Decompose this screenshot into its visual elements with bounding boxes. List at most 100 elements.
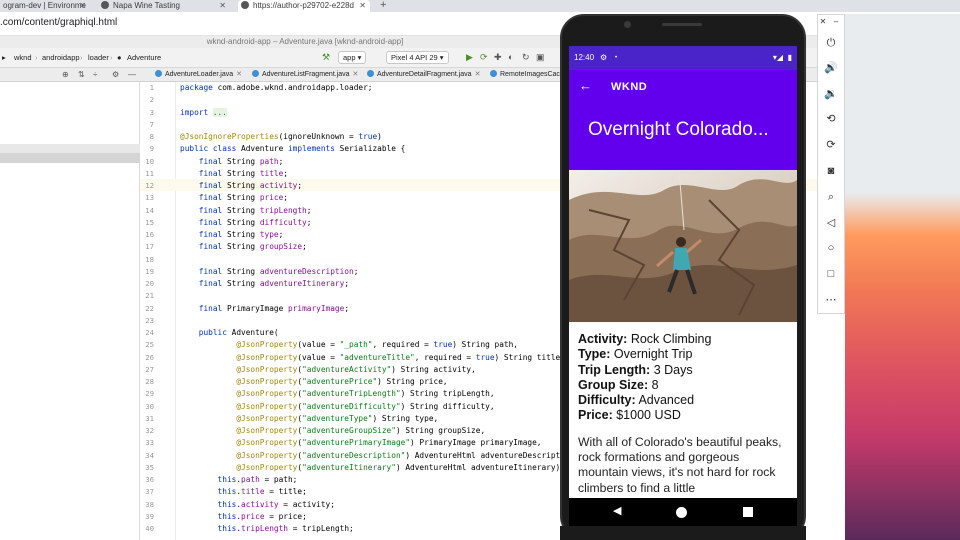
code-line[interactable]: final String adventureDescription; [180, 267, 359, 276]
code-line[interactable]: @JsonProperty(value = "adventureTitle", … [180, 353, 560, 362]
code-line[interactable]: final String path; [180, 157, 284, 166]
back-arrow-icon[interactable]: ← [579, 78, 592, 93]
code-line[interactable]: final String activity; [180, 181, 302, 190]
code-line[interactable]: this.path = path; [180, 475, 298, 484]
nav-back-icon[interactable]: ◀ [613, 504, 621, 517]
code-line[interactable]: this.activity = activity; [180, 500, 335, 509]
breadcrumb-loader[interactable]: loader [88, 53, 109, 62]
rotate-left-icon[interactable]: ⟲ [821, 111, 841, 127]
build-hammer-icon[interactable]: ⚒ [322, 52, 330, 63]
new-tab-button[interactable]: + [380, 0, 386, 11]
code-line[interactable]: public Adventure( [180, 328, 279, 337]
line-number: 39 [145, 511, 154, 521]
minimize-icon[interactable]: – [830, 14, 842, 30]
zoom-icon[interactable]: ⌕ [821, 189, 841, 205]
code-line[interactable]: @JsonProperty(value = "_path", required … [180, 340, 518, 349]
code-line[interactable]: @JsonProperty("adventurePrimaryImage") P… [180, 438, 541, 447]
code-line[interactable]: @JsonProperty("adventureType") String ty… [180, 414, 438, 423]
code-line[interactable]: @JsonProperty("adventureActivity") Strin… [180, 365, 475, 374]
code-line[interactable]: @JsonProperty("adventureGroupSize") Stri… [180, 426, 485, 435]
project-tree-row-selected[interactable] [0, 153, 140, 163]
code-line[interactable]: public class Adventure implements Serial… [180, 144, 405, 153]
profile-icon[interactable]: ◐ [508, 52, 513, 62]
code-token: @JsonProperty [180, 413, 298, 423]
breadcrumb-wknd[interactable]: wknd [14, 53, 32, 62]
line-number: 23 [145, 315, 154, 325]
debug-icon[interactable]: ⟳ [480, 52, 488, 63]
code-token: "_path" [339, 340, 373, 350]
class-icon [155, 70, 162, 77]
code-line[interactable]: @JsonProperty("adventureDescription") Ad… [180, 451, 560, 460]
code-line[interactable]: @JsonProperty("adventureItinerary") Adve… [180, 463, 560, 472]
breadcrumb-androidapp[interactable]: androidapp [42, 53, 80, 62]
back-icon[interactable]: ◁ [821, 215, 841, 231]
code-line[interactable]: @JsonProperty("adventureTripLength") Str… [180, 389, 494, 398]
home-icon[interactable]: ○ [821, 240, 841, 256]
code-line[interactable]: final PrimaryImage primaryImage; [180, 304, 349, 313]
code-line[interactable]: this.tripLength = tripLength; [180, 524, 354, 533]
gear-icon[interactable]: ⚙ [112, 70, 119, 79]
code-line[interactable]: final String adventureItinerary; [180, 279, 349, 288]
device-dropdown[interactable]: Pixel 4 API 29 ▾ [386, 51, 449, 64]
close-icon[interactable]: ✕ [353, 71, 359, 78]
code-token: title [259, 168, 284, 178]
close-icon[interactable]: ✕ [236, 71, 242, 78]
breadcrumb-adventure[interactable]: Adventure [127, 53, 161, 62]
code-line[interactable]: @JsonIgnoreProperties(ignoreUnknown = tr… [180, 132, 382, 141]
detail-label: Activity: [578, 332, 628, 346]
code-line[interactable]: final String price; [180, 193, 288, 202]
minimize-icon[interactable]: — [128, 70, 136, 79]
overview-icon[interactable]: □ [821, 266, 841, 282]
browser-tab-environments[interactable]: ogram-dev | Environme ✕ [0, 0, 90, 12]
editor-tab-adventureloader[interactable]: AdventureLoader.java ✕ [155, 70, 242, 78]
code-line[interactable]: final String title; [180, 169, 288, 178]
expand-icon[interactable]: ÷ [93, 70, 97, 79]
project-tree-row[interactable] [0, 144, 140, 153]
browser-tab-author[interactable]: https://author-p29702-e228d ✕ [238, 0, 370, 12]
run-icon[interactable]: ▶ [466, 52, 473, 63]
rotate-right-icon[interactable]: ⟳ [821, 137, 841, 153]
avd-icon[interactable]: ▣ [536, 52, 545, 63]
editor-tab-adventurelistfragment[interactable]: AdventureListFragment.java ✕ [252, 70, 358, 78]
phone-screen[interactable]: 12:40 ⚙ • ▾◢ ▮ ← WKND Overnight Colorado… [569, 46, 797, 526]
code-line[interactable]: final String tripLength; [180, 206, 312, 215]
code-line[interactable]: this.title = title; [180, 487, 307, 496]
sync-icon[interactable]: ↻ [522, 52, 530, 63]
run-config-dropdown[interactable]: app ▾ [338, 51, 367, 64]
collapse-icon[interactable]: ⇅ [78, 70, 85, 79]
class-icon [252, 70, 259, 77]
code-line[interactable]: package com.adobe.wknd.androidapp.loader… [180, 83, 372, 92]
code-line[interactable]: this.price = price; [180, 512, 307, 521]
nav-overview-icon[interactable] [743, 507, 753, 517]
browser-tab-napa[interactable]: Napa Wine Tasting ✕ [98, 0, 230, 12]
code-line[interactable]: final String difficulty; [180, 218, 312, 227]
project-panel[interactable] [0, 82, 140, 540]
code-token: final [180, 168, 227, 178]
volume-up-icon[interactable]: 🔊 [821, 60, 841, 76]
nav-home-icon[interactable] [676, 507, 687, 518]
power-icon[interactable]: ⏻ [821, 35, 841, 51]
code-line[interactable]: final String type; [180, 230, 284, 239]
detail-value: 8 [651, 377, 659, 392]
code-token: this [180, 475, 237, 484]
volume-down-icon[interactable]: 🔉 [821, 86, 841, 102]
code-token: @JsonIgnoreProperties [180, 132, 279, 141]
close-icon[interactable]: ✕ [79, 0, 86, 12]
close-icon[interactable]: ✕ [475, 71, 481, 78]
line-number: 38 [145, 499, 154, 509]
code-line[interactable]: final String groupSize; [180, 242, 307, 251]
attach-icon[interactable]: ✚ [494, 52, 502, 63]
editor-tab-remoteimagescache[interactable]: RemoteImagesCach [490, 70, 564, 78]
code-line[interactable]: @JsonProperty("adventureDifficulty") Str… [180, 402, 494, 411]
address-bar[interactable]: .com/content/graphiql.html [0, 12, 960, 36]
close-icon[interactable]: ✕ [359, 0, 366, 12]
camera-icon[interactable]: ◙ [821, 163, 841, 179]
code-token: = title; [264, 487, 307, 497]
code-line[interactable]: @JsonProperty("adventurePrice") String p… [180, 377, 447, 386]
target-icon[interactable]: ⊕ [62, 70, 69, 79]
more-icon[interactable]: ⋯ [821, 292, 841, 308]
code-line[interactable]: import ... [180, 107, 227, 117]
editor-tab-adventuredetailfragment[interactable]: AdventureDetailFragment.java ✕ [367, 70, 480, 78]
close-icon[interactable]: ✕ [219, 0, 226, 12]
close-icon[interactable]: ✕ [818, 14, 828, 30]
